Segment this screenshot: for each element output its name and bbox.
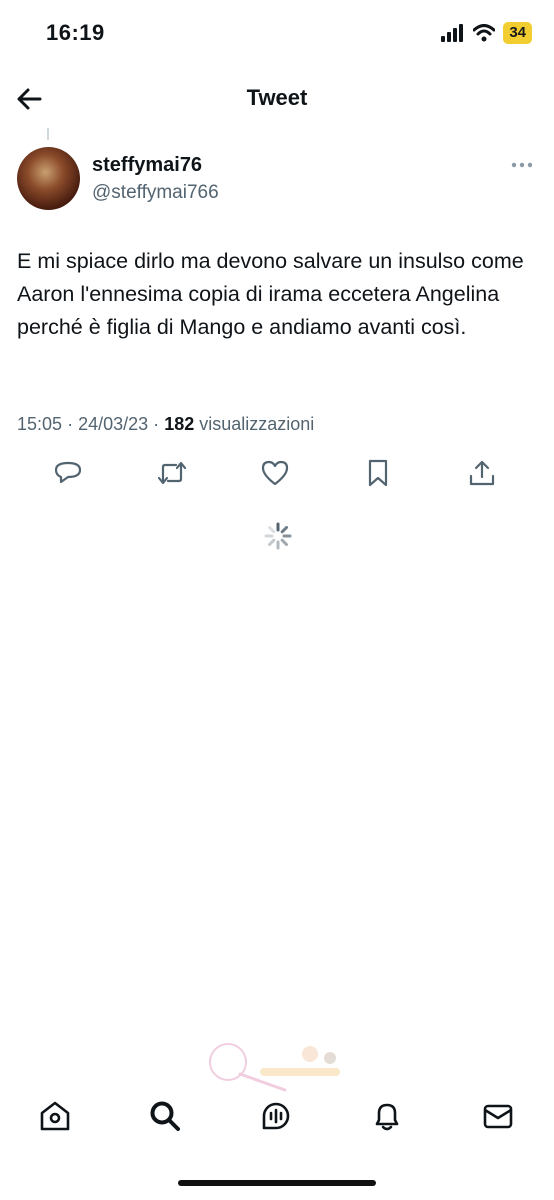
like-button[interactable] <box>259 455 291 491</box>
views-count: 182 <box>164 414 195 434</box>
loading-spinner-icon <box>264 522 292 550</box>
meta-separator: · <box>67 414 74 434</box>
reply-icon <box>54 461 82 484</box>
status-time: 16:19 <box>46 20 105 45</box>
author-handle[interactable]: @steffymai766 <box>92 182 219 204</box>
watermark-logo <box>209 1043 340 1092</box>
spaces-icon <box>262 1102 290 1130</box>
like-icon <box>261 460 289 486</box>
home-icon <box>40 1101 70 1131</box>
reply-button[interactable] <box>52 455 84 491</box>
more-dots-icon <box>511 162 533 168</box>
meta-separator: · <box>153 414 160 434</box>
bookmark-button[interactable] <box>362 455 394 491</box>
tweet-actions <box>0 455 554 495</box>
notifications-icon <box>375 1103 399 1131</box>
tab-notifications[interactable] <box>369 1098 405 1134</box>
tab-messages[interactable] <box>480 1098 516 1134</box>
retweet-button[interactable] <box>156 455 188 491</box>
more-options-button[interactable] <box>510 158 534 172</box>
tab-spaces[interactable] <box>258 1098 294 1134</box>
avatar[interactable] <box>17 147 80 210</box>
thread-connector <box>47 128 49 140</box>
bottom-tab-bar <box>0 1090 554 1150</box>
tab-home[interactable] <box>37 1098 73 1134</box>
home-indicator <box>178 1180 376 1186</box>
tweet-date: 24/03/23 <box>78 414 149 434</box>
share-button[interactable] <box>466 455 498 491</box>
status-icons: 34 <box>441 22 532 44</box>
status-bar: 16:19 34 <box>0 0 554 70</box>
bookmark-icon <box>368 459 388 487</box>
retweet-icon <box>157 461 187 485</box>
search-icon <box>150 1101 180 1131</box>
battery-icon: 34 <box>503 22 532 44</box>
tweet-time: 15:05 <box>17 414 63 434</box>
views-label[interactable]: visualizzazioni <box>199 414 314 434</box>
top-nav: Tweet <box>0 75 554 125</box>
tab-search[interactable] <box>147 1098 183 1134</box>
tweet-meta: 15:05 · 24/03/23 · 182 visualizzazioni <box>17 414 314 435</box>
messages-icon <box>483 1104 513 1129</box>
tweet-text: E mi spiace dirlo ma devono salvare un i… <box>17 249 524 339</box>
wifi-icon <box>473 24 496 42</box>
page-title: Tweet <box>246 85 308 110</box>
author-display-name[interactable]: steffymai76 <box>92 154 202 177</box>
share-icon <box>469 460 495 486</box>
signal-icon <box>441 24 464 42</box>
